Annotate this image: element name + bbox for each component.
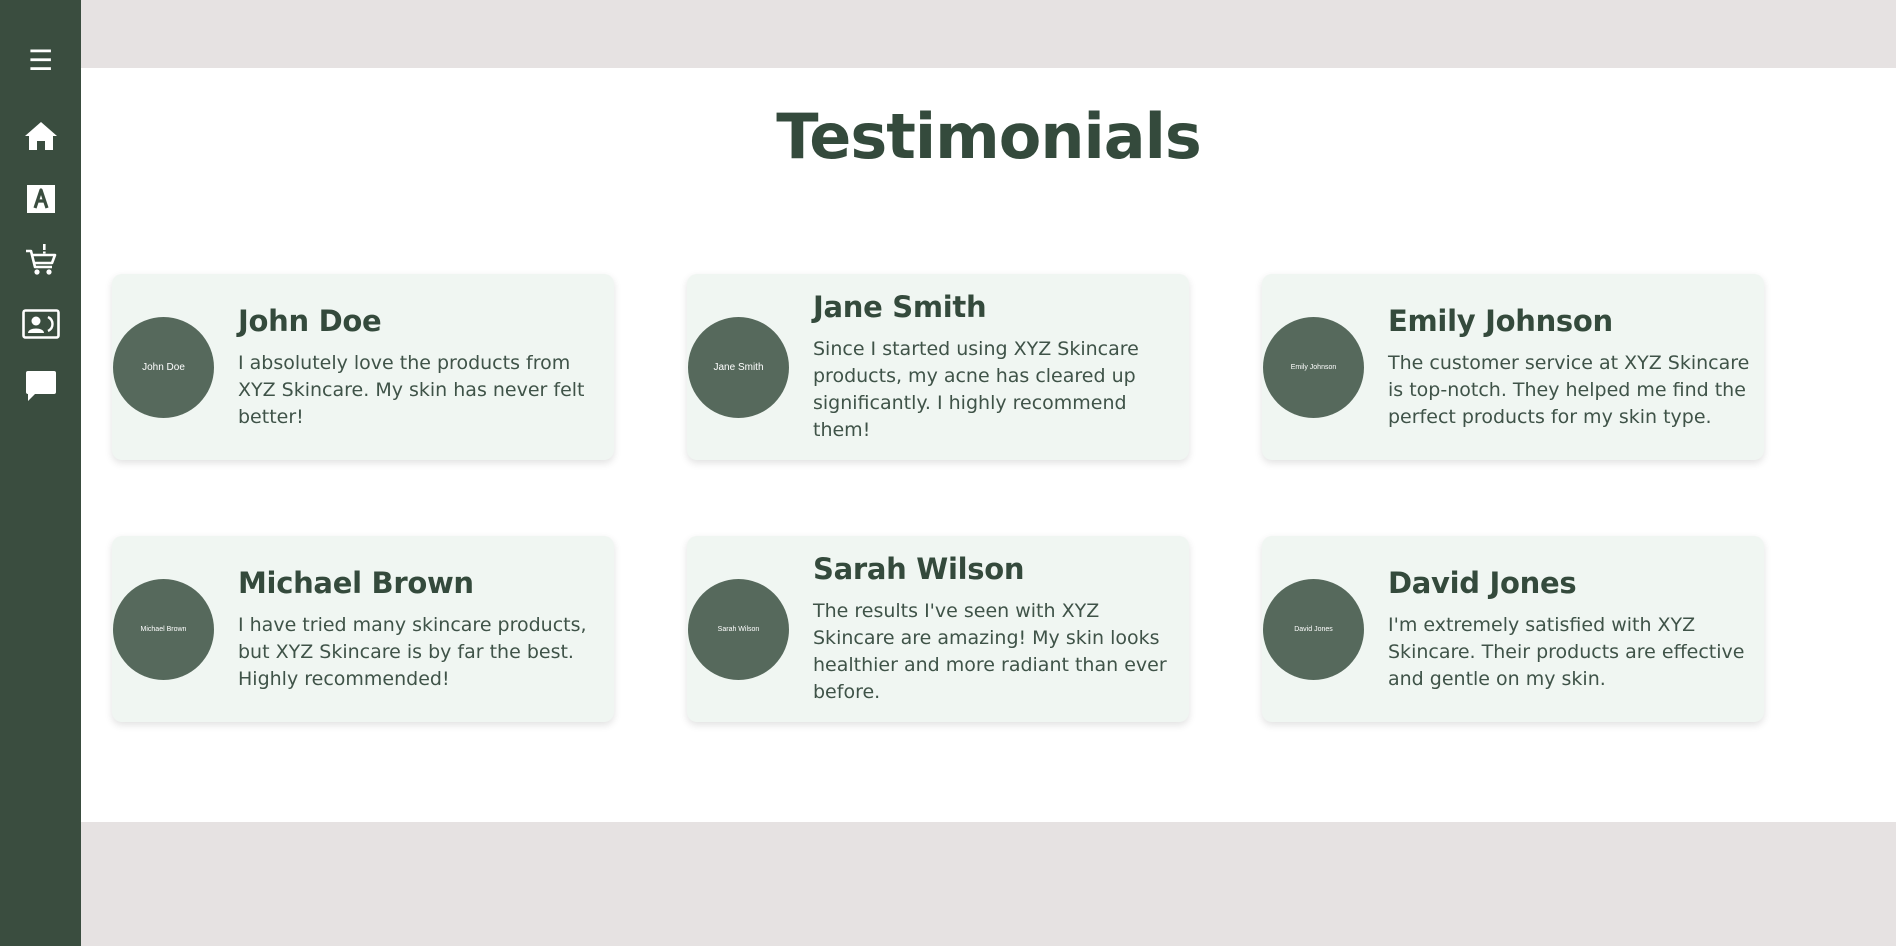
testimonial-text: I have tried many skincare products, but… <box>238 613 587 690</box>
testimonial-name: Emily Johnson <box>1388 303 1613 338</box>
header-band <box>81 0 1896 68</box>
testimonial-name: John Doe <box>238 303 382 338</box>
avatar: Michael Brown <box>113 578 214 680</box>
sidebar-item-contact[interactable] <box>0 302 81 346</box>
testimonial-card: David Jones David Jones I'm extremely sa… <box>1262 536 1764 722</box>
menu-toggle-icon[interactable]: ☰ <box>0 40 81 82</box>
sidebar-item-home[interactable] <box>0 114 81 158</box>
testimonial-text: I'm extremely satisfied with XYZ Skincar… <box>1388 613 1745 690</box>
avatar: Jane Smith <box>688 316 789 418</box>
testimonial-name: Jane Smith <box>813 290 987 324</box>
sidebar: ☰ <box>0 0 81 949</box>
sidebar-item-shop[interactable] <box>0 238 81 282</box>
testimonial-card: Jane Smith Jane Smith Since I started us… <box>687 274 1189 460</box>
testimonial-text: The results I've seen with XYZ Skincare … <box>813 600 1167 703</box>
avatar: David Jones <box>1263 578 1364 680</box>
avatar: John Doe <box>113 316 214 418</box>
testimonial-text: The customer service at XYZ Skincare is … <box>1388 351 1750 428</box>
testimonial-name: David Jones <box>1388 565 1577 600</box>
chat-bubble-icon <box>25 370 57 402</box>
cart-icon <box>24 243 58 277</box>
page-title: Testimonials <box>776 100 1201 173</box>
testimonial-text: Since I started using XYZ Skincare produ… <box>813 338 1139 441</box>
home-icon <box>24 121 58 151</box>
testimonial-name: Michael Brown <box>238 565 474 600</box>
testimonial-name: Sarah Wilson <box>813 552 1025 586</box>
testimonial-card: Sarah Wilson Sarah Wilson The results I'… <box>687 536 1189 722</box>
testimonial-text: I absolutely love the products from XYZ … <box>238 351 585 428</box>
testimonial-card: Emily Johnson Emily Johnson The customer… <box>1262 274 1764 460</box>
testimonial-card: Michael Brown Michael Brown I have tried… <box>112 536 614 722</box>
testimonial-card: John Doe John Doe I absolutely love the … <box>112 274 614 460</box>
sidebar-item-about[interactable] <box>0 177 81 221</box>
contact-card-icon <box>21 309 60 339</box>
avatar: Sarah Wilson <box>688 578 789 680</box>
font-a-icon <box>26 184 56 214</box>
footer-band <box>81 822 1896 949</box>
sidebar-item-testimonials[interactable] <box>0 364 81 408</box>
avatar: Emily Johnson <box>1263 316 1364 418</box>
